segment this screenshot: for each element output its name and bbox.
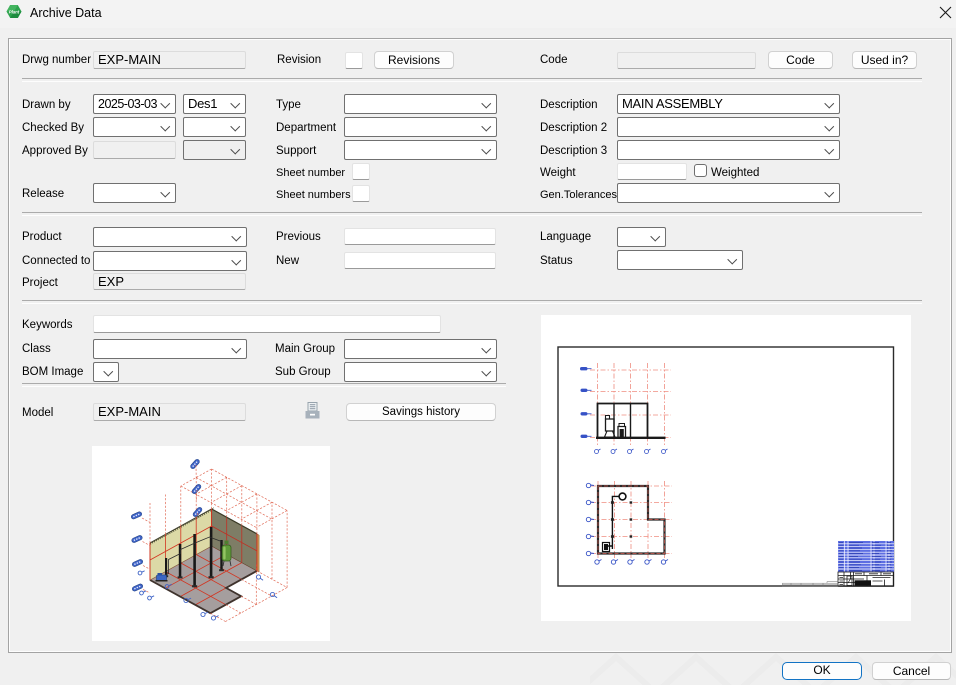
svg-text:Plant: Plant: [9, 10, 20, 15]
